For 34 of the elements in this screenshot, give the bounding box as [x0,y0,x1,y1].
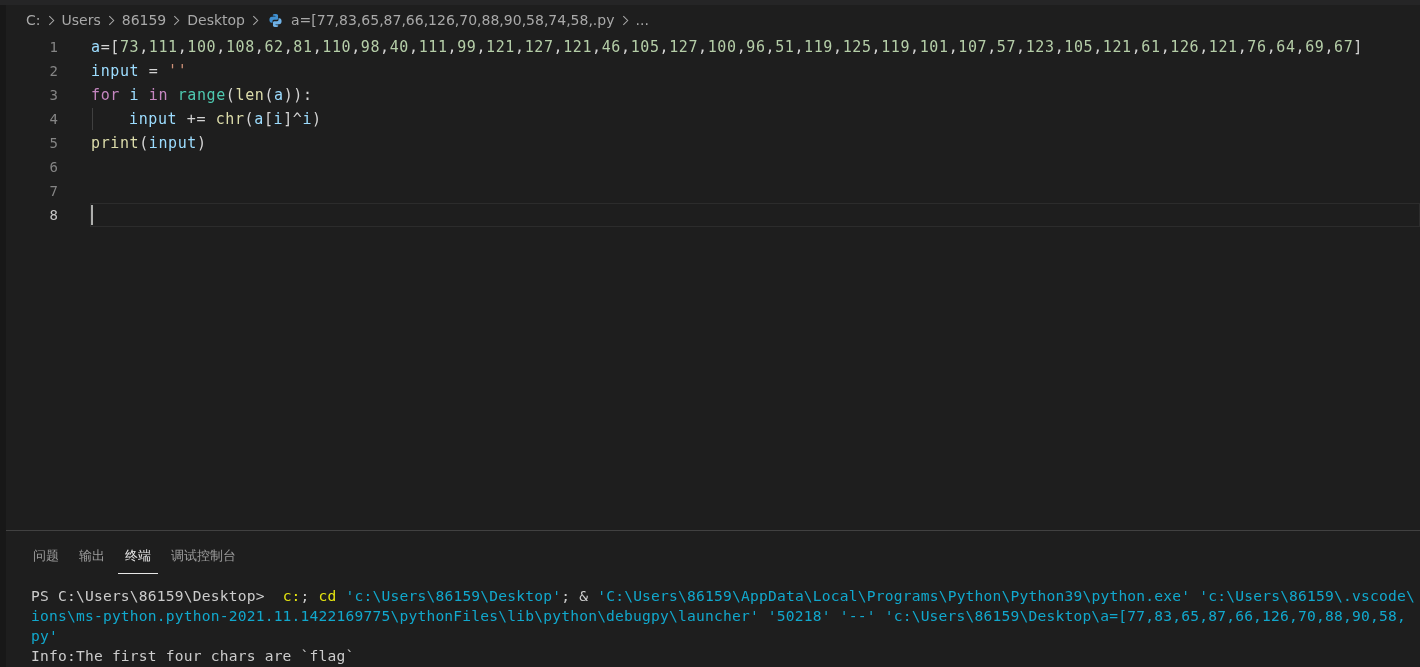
breadcrumb-item[interactable]: 86159 [121,12,167,28]
line-number: 8 [48,207,58,223]
line-number: 7 [48,183,58,199]
code-line: input += chr(a[i]^i) [129,110,322,128]
line-number: 5 [48,135,58,151]
panel-tab[interactable]: 调试控制台 [164,547,243,574]
line-number: 1 [48,39,58,55]
panel-tab[interactable]: 输出 [72,547,112,574]
chevron-right-icon [107,14,115,26]
breadcrumb-item[interactable]: ... [635,12,649,28]
chevron-right-icon [621,14,629,26]
code-line: for i in range(len(a)): [91,86,313,104]
breadcrumb-item[interactable]: Desktop [187,12,245,28]
chevron-right-icon [173,14,181,26]
panel-tab[interactable]: 问题 [26,547,66,574]
terminal-line: PS C:\Users\86159\Desktop> c:; cd 'c:\Users\86159\Desktop'; & 'C:\Users\86159\AppData\Local\Programs\Python\Python39\python.exe' 'c:\Users\86159\.vscode\ [31,586,1416,606]
breadcrumb-item[interactable]: C: [26,12,41,28]
chevron-right-icon [252,14,259,26]
chevron-right-icon [47,14,55,26]
line-number: 6 [48,159,58,175]
terminal-line: ions\ms-python.python-2021.11.1422169775\pythonFiles\lib\python\debugpy\launcher' '50218' '--' 'c:\Users\86159\Desktop\a=[77,83,65,87,66,126,70,88,90,58, [31,606,1407,626]
terminal-line: Info:The first four chars are `flag` [31,646,356,666]
python-file-icon [268,12,283,28]
breadcrumb-item[interactable]: a=[77,83,65,87,66,126,70,88,90,58,74,58,.py [291,12,615,28]
line-number: 4 [48,111,58,127]
panel-tab[interactable]: 终端 [118,547,158,574]
breadcrumb-item[interactable]: Users [61,12,101,28]
line-number: 3 [48,87,58,103]
code-line: a=[73,111,100,108,62,81,110,98,40,111,99,121,127,121,46,105,127,100,96,51,119,125,119,101,107,57,123,105,121,61,126,121,76,64,69,67] [91,38,1363,56]
code-line: print(input) [91,134,207,152]
code-line: input = '' [91,62,188,80]
line-number: 2 [48,63,58,79]
terminal-line: py' [31,626,59,646]
text-cursor [91,205,93,225]
